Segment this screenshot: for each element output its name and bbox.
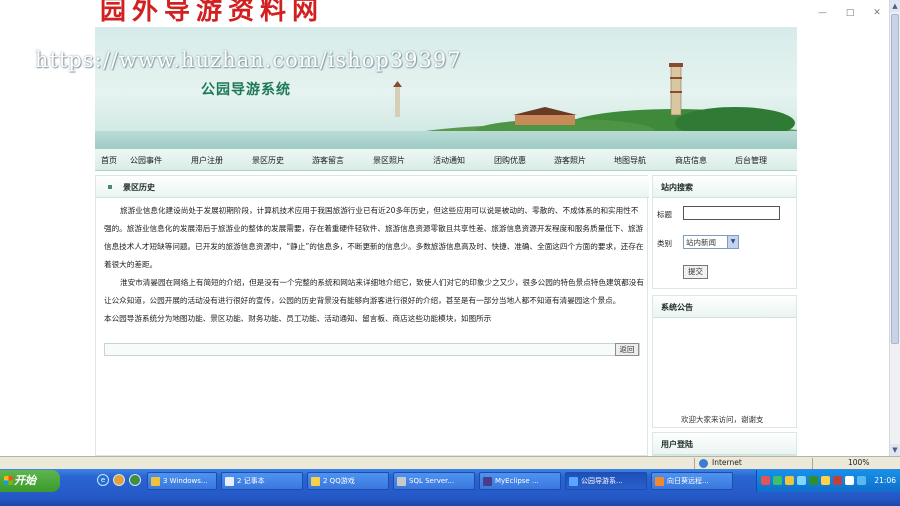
clock[interactable]: 21:06	[874, 476, 896, 485]
article-paragraph: 旅游业信息化建设尚处于发展初期阶段，计算机技术应用于我国旅游行业已有近20多年历…	[104, 206, 644, 269]
desktop-quicklaunch-icon[interactable]	[129, 474, 141, 486]
myeclipse-icon	[483, 477, 492, 486]
scroll-thumb[interactable]	[891, 14, 899, 344]
folder-quicklaunch-icon[interactable]	[113, 474, 125, 486]
system-notice-title: 系统公告	[661, 303, 693, 312]
nav-visitor-photos[interactable]: 游客照片	[554, 155, 586, 166]
site-search-header: 站内搜索	[653, 176, 796, 198]
nav-shop-info[interactable]: 商店信息	[675, 155, 707, 166]
volume-icon[interactable]	[857, 476, 866, 485]
window-margin-right	[797, 0, 890, 456]
zoom-level[interactable]: 100%	[848, 458, 869, 467]
user-login-header: 用户登陆	[653, 433, 796, 455]
browser-status-bar: Internet 100%	[0, 456, 900, 469]
task-sql-server[interactable]: SQL Server...	[393, 472, 475, 490]
nav-admin[interactable]: 后台管理	[735, 155, 767, 166]
main-nav: 首页 公园事件 用户注册 景区历史 游客留言 景区照片 活动通知 团购优惠 游客…	[95, 149, 797, 171]
category-select[interactable]: 站内新闻 ▼	[683, 235, 739, 249]
globe-icon	[699, 459, 708, 468]
nav-map-navigation[interactable]: 地图导航	[614, 155, 646, 166]
tray-app-icon[interactable]	[845, 476, 854, 485]
chevron-down-icon[interactable]: ▼	[727, 236, 738, 248]
sidebar: 站内搜索 标题 类别 站内新闻 ▼ 提交 系统公告 欢迎大家来访问，谢谢支 用户…	[652, 175, 797, 456]
sunflower-icon	[655, 477, 664, 486]
task-notepad[interactable]: 2 记事本	[221, 472, 303, 490]
task-remote[interactable]: 向日葵远程...	[651, 472, 733, 490]
window-controls[interactable]: — □ ✕	[818, 8, 889, 18]
notice-scroll-text: 欢迎大家来访问，谢谢支	[681, 415, 764, 424]
status-divider	[694, 458, 695, 469]
watermark-url: https://www.huzhan.com/ishop39397	[35, 48, 462, 72]
article-paragraph: 淮安市清晏园在网络上有简短的介绍，但是没有一个完整的系统和网站来详细地介绍它，致…	[104, 278, 644, 305]
tray-app-icon[interactable]	[785, 476, 794, 485]
windows-taskbar: 开始 e 3 Windows... 2 记事本 2 QQ游戏 SQL Serve…	[0, 469, 900, 506]
tray-app-icon[interactable]	[797, 476, 806, 485]
qq-icon	[311, 477, 320, 486]
top-cut-text: 园外导游资料网	[100, 0, 325, 26]
task-park-guide[interactable]: 公园导游系...	[565, 472, 647, 490]
article-panel: 景区历史 旅游业信息化建设尚处于发展初期阶段，计算机技术应用于我国旅游行业已有近…	[95, 175, 649, 456]
back-button[interactable]: 返回	[615, 343, 639, 356]
nav-park-events[interactable]: 公园事件	[130, 155, 162, 166]
site-search-title: 站内搜索	[661, 183, 693, 192]
tray-app-icon[interactable]	[821, 476, 830, 485]
nav-register[interactable]: 用户注册	[191, 155, 223, 166]
task-windows[interactable]: 3 Windows...	[147, 472, 217, 490]
windows-logo-icon	[4, 476, 13, 485]
system-notice-header: 系统公告	[653, 296, 796, 318]
nav-home[interactable]: 首页	[101, 155, 117, 166]
vertical-scrollbar[interactable]: ▲ ▼	[889, 0, 900, 456]
nav-activity-notices[interactable]: 活动通知	[433, 155, 465, 166]
tray-app-icon[interactable]	[833, 476, 842, 485]
tray-app-icon[interactable]	[773, 476, 782, 485]
category-label: 类别	[657, 239, 672, 248]
site-banner: 公园导游系统	[95, 27, 797, 149]
bullet-icon	[108, 185, 112, 189]
category-selected: 站内新闻	[686, 238, 716, 247]
banner-water	[95, 131, 797, 148]
system-tray: 21:06	[756, 470, 900, 492]
title-label: 标题	[657, 210, 672, 219]
nav-group-deals[interactable]: 团购优惠	[494, 155, 526, 166]
user-login-title: 用户登陆	[661, 440, 693, 449]
site-search-box: 站内搜索 标题 类别 站内新闻 ▼ 提交	[652, 175, 797, 289]
task-qq-games[interactable]: 2 QQ游戏	[307, 472, 389, 490]
status-divider	[812, 458, 813, 469]
tray-app-icon[interactable]	[761, 476, 770, 485]
nav-scenic-history[interactable]: 景区历史	[252, 155, 284, 166]
article-title: 景区历史	[123, 183, 155, 192]
start-label: 开始	[14, 474, 36, 487]
scroll-down-icon[interactable]: ▼	[890, 444, 900, 456]
title-input[interactable]	[683, 206, 780, 220]
ie-quicklaunch-icon[interactable]: e	[97, 474, 109, 486]
explorer-icon	[151, 477, 160, 486]
article-body: 旅游业信息化建设尚处于发展初期阶段，计算机技术应用于我国旅游行业已有近20多年历…	[104, 202, 644, 328]
user-login-box: 用户登陆	[652, 432, 797, 456]
site-title: 公园导游系统	[201, 82, 291, 98]
task-myeclipse[interactable]: MyEclipse ...	[479, 472, 561, 490]
security-zone: Internet	[712, 458, 742, 467]
article-header: 景区历史	[96, 176, 649, 198]
tray-app-icon[interactable]	[809, 476, 818, 485]
ie-icon	[569, 477, 578, 486]
nav-scenic-photos[interactable]: 景区照片	[373, 155, 405, 166]
submit-button[interactable]: 提交	[683, 265, 708, 279]
sql-server-icon	[397, 477, 406, 486]
back-row: 返回	[104, 343, 640, 356]
start-button[interactable]: 开始	[0, 470, 60, 492]
scroll-up-icon[interactable]: ▲	[890, 0, 900, 12]
article-paragraph: 本公园导游系统分为地图功能、景区功能、财务功能、员工功能、活动通知、留言板、商店…	[104, 314, 492, 323]
nav-guestbook[interactable]: 游客留言	[312, 155, 344, 166]
system-notice-box: 系统公告 欢迎大家来访问，谢谢支	[652, 295, 797, 428]
notepad-icon	[225, 477, 234, 486]
